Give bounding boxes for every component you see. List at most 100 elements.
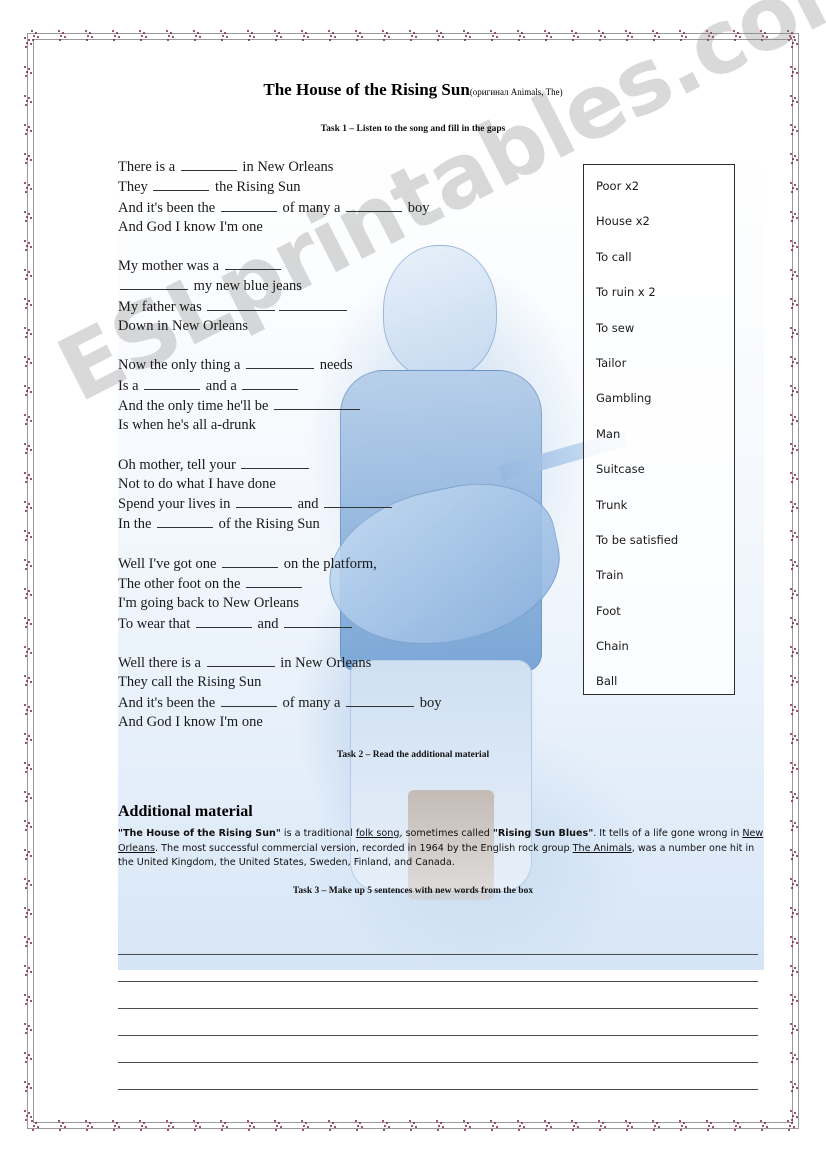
lyrics-text: Oh mother, tell your [118, 456, 240, 473]
lyrics-line: And God I know I'm one [118, 713, 558, 732]
word-bank-item: Poor x2 [596, 179, 640, 193]
lyrics-text: Not to do what I have done [118, 475, 276, 492]
answer-line[interactable] [118, 982, 758, 1009]
lyrics-blank[interactable] [346, 198, 403, 212]
lyrics-stanza: Oh mother, tell your Not to do what I ha… [118, 455, 558, 535]
lyrics-line: Spend your lives in and [118, 494, 558, 514]
lyrics-line: In the of the Rising Sun [118, 514, 558, 534]
lyrics-stanza: Now the only thing a needs Is a and a And… [118, 355, 558, 435]
lyrics-line: My father was [118, 297, 558, 317]
answer-line[interactable] [118, 928, 758, 955]
lyrics-blank[interactable] [274, 396, 361, 410]
word-bank-item: To call [596, 249, 632, 264]
lyrics-line: They call the Rising Sun [118, 673, 558, 692]
lyrics-text: Is a [118, 377, 143, 394]
lyrics-blank[interactable] [346, 693, 415, 707]
lyrics-text: Now the only thing a [118, 357, 245, 374]
lyrics-text: Well there is a [118, 654, 205, 671]
lyrics-text: My mother was a [118, 258, 223, 275]
lyrics-blank[interactable] [246, 355, 315, 370]
additional-bold-text: "Rising Sun Blues" [492, 828, 594, 839]
lyrics-blank[interactable] [242, 376, 299, 390]
lyrics-blank[interactable] [153, 177, 210, 192]
additional-plain-text: is a traditional [280, 828, 356, 839]
additional-plain-text: , sometimes called [399, 828, 493, 839]
task-2-instruction: Task 2 – Read the additional material [336, 750, 490, 760]
lyrics-stanza: Well I've got one on the platform, The ot… [118, 554, 558, 634]
answer-line[interactable] [118, 1009, 758, 1036]
lyrics-line: And the only time he'll be [118, 396, 558, 416]
word-bank-item: Trunk [596, 497, 628, 512]
word-bank-item: Ball [596, 674, 618, 689]
word-bank-item: Man [596, 426, 621, 441]
page-title: The House of the Rising Sun(оригинал Ani… [0, 80, 826, 100]
additional-material-text: "The House of the Rising Sun" is a tradi… [118, 827, 768, 871]
lyrics-blank[interactable] [241, 455, 310, 469]
lyrics-blank[interactable] [224, 256, 281, 271]
lyrics-line: Down in New Orleans [118, 317, 558, 336]
lyrics-text: boy [404, 199, 430, 216]
lyrics-text: Down in New Orleans [118, 318, 249, 335]
lyrics-line: And God I know I'm one [118, 218, 558, 237]
lyrics-text: My father was [118, 298, 206, 315]
lyrics-line: Not to do what I have done [118, 475, 558, 494]
lyrics-text: And it's been the [118, 694, 219, 711]
lyrics-text: my new blue jeans [190, 278, 302, 295]
lyrics-blank[interactable] [144, 376, 201, 390]
lyrics-text: The other foot on the [118, 576, 245, 593]
lyrics-text: and [253, 615, 283, 632]
additional-plain-text: . The most successful commercial version… [155, 842, 573, 854]
word-bank-box: Poor x2 House x2 To call To ruin x 2 To sew T… [583, 164, 735, 695]
lyrics-text: and a [202, 377, 241, 394]
lyrics-blank[interactable] [220, 693, 277, 707]
lyrics-blank[interactable] [180, 157, 237, 171]
lyrics-text: of the Rising Sun [215, 516, 320, 533]
lyrics-text: And God I know I'm one [118, 713, 263, 730]
lyrics-blank[interactable] [120, 276, 188, 291]
word-bank-item: Train [596, 568, 624, 583]
lyrics-blank[interactable] [195, 614, 252, 628]
lyrics-line: my new blue jeans [118, 276, 558, 296]
lyrics-text: the Rising Sun [211, 179, 301, 196]
lyrics-blank[interactable] [246, 574, 303, 589]
answer-writing-lines [118, 928, 758, 1090]
lyrics-text: In the [118, 516, 156, 533]
lyrics-stanza: My mother was a my new blue jeans My fath… [118, 256, 558, 336]
word-bank-item: Gambling [596, 391, 652, 406]
lyrics-line: I'm going back to New Orleans [118, 594, 558, 613]
lyrics-blank[interactable] [236, 494, 292, 509]
lyrics-line: Well there is a in New Orleans [118, 653, 558, 673]
lyrics-line: And it's been the of many a boy [118, 693, 558, 713]
lyrics-line: My mother was a [118, 256, 558, 276]
lyrics-text: in New Orleans [238, 159, 334, 175]
lyrics-blank[interactable] [284, 614, 353, 628]
lyrics-line: The other foot on the [118, 574, 558, 594]
answer-line[interactable] [118, 1036, 758, 1063]
lyrics-line: Well I've got one on the platform, [118, 554, 558, 574]
lyrics-text: And it's been the [118, 199, 219, 216]
task-1-instruction: Task 1 – Listen to the song and fill in … [320, 124, 506, 134]
answer-line[interactable] [118, 1063, 758, 1090]
lyrics-line: And it's been the of many a boy [118, 198, 558, 218]
lyrics-text: boy [416, 694, 442, 711]
lyrics-blank[interactable] [220, 198, 277, 212]
lyrics-text: of many a [278, 199, 345, 216]
lyrics-blank[interactable] [206, 653, 275, 667]
lyrics-text: and [294, 496, 323, 513]
lyrics-blank[interactable] [279, 297, 348, 311]
lyrics-line: There is a in New Orleans [118, 157, 558, 177]
additional-link[interactable]: folk song [356, 828, 400, 839]
lyrics-text: Is when he's all a-drunk [118, 417, 256, 434]
lyrics-blank[interactable] [222, 554, 279, 568]
lyrics-text: To wear that [118, 615, 194, 632]
additional-link[interactable]: The Animals [573, 843, 632, 854]
lyrics-blank[interactable] [207, 297, 276, 311]
page-title-subtitle: (оригинал Animals, The) [469, 87, 563, 97]
lyrics-blank[interactable] [157, 514, 214, 529]
word-bank-item: Tailor [596, 355, 627, 370]
word-bank-item: To sew [596, 320, 635, 335]
lyrics-blank[interactable] [324, 494, 393, 509]
lyrics-line: Now the only thing a needs [118, 355, 558, 375]
answer-line[interactable] [118, 955, 758, 982]
worksheet-content: The House of the Rising Sun(оригинал Ani… [0, 0, 826, 1169]
